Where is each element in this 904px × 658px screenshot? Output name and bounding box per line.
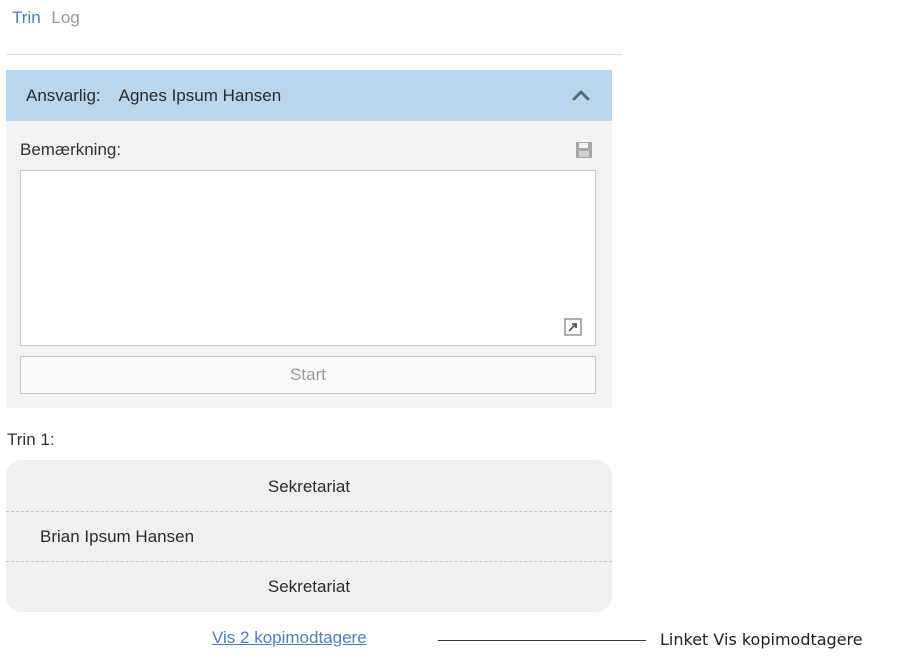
remark-textarea[interactable] bbox=[20, 170, 596, 346]
tab-log[interactable]: Log bbox=[51, 8, 79, 28]
expand-icon[interactable] bbox=[564, 318, 582, 336]
start-button[interactable]: Start bbox=[20, 356, 596, 394]
step-title: Trin 1: bbox=[7, 430, 55, 449]
callout-text: Linket Vis kopimodtagere bbox=[660, 630, 863, 649]
responsible-panel: Ansvarlig: Agnes Ipsum Hansen Bemærkning… bbox=[6, 70, 612, 408]
callout-line bbox=[438, 640, 646, 641]
step-list: Sekretariat Brian Ipsum Hansen Sekretari… bbox=[6, 460, 612, 612]
responsible-label: Ansvarlig: bbox=[26, 85, 101, 105]
save-icon[interactable] bbox=[574, 140, 594, 160]
step-row-person: Brian Ipsum Hansen bbox=[40, 527, 195, 546]
responsible-name: Agnes Ipsum Hansen bbox=[118, 85, 282, 105]
step-row-group: Sekretariat bbox=[267, 577, 351, 596]
tabs-divider bbox=[6, 54, 622, 55]
remark-label: Bemærkning: bbox=[20, 140, 122, 159]
tab-bar: Trin Log bbox=[12, 8, 86, 28]
show-copy-recipients-link[interactable]: Vis 2 kopimodtagere bbox=[212, 628, 367, 648]
responsible-header[interactable]: Ansvarlig: Agnes Ipsum Hansen bbox=[6, 70, 612, 121]
step-row-group: Sekretariat bbox=[267, 477, 351, 496]
chevron-up-icon[interactable] bbox=[570, 85, 592, 105]
tab-trin[interactable]: Trin bbox=[12, 8, 41, 28]
